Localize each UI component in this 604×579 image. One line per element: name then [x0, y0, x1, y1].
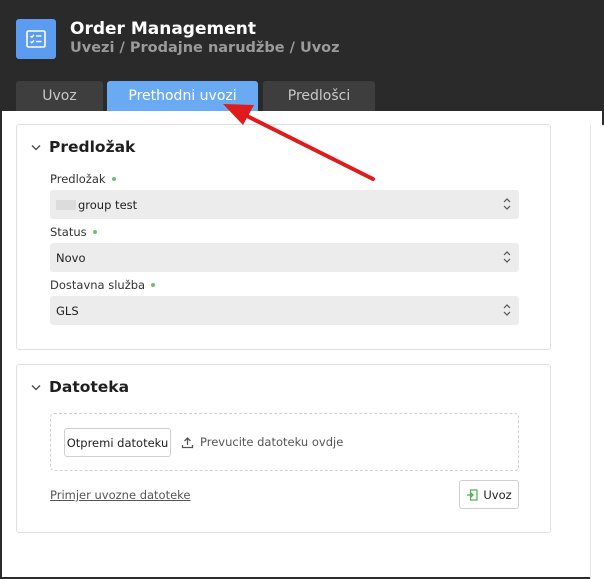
- tab-uvoz[interactable]: Uvoz: [16, 81, 103, 111]
- template-section-header[interactable]: Predložak: [31, 138, 135, 156]
- template-field-label: Predložak: [50, 172, 116, 186]
- checklist-icon: [16, 19, 56, 59]
- required-dot: [111, 177, 116, 181]
- select-value: Novo: [56, 250, 86, 265]
- section-title: Predložak: [49, 138, 136, 156]
- updown-chevron-icon: [503, 250, 511, 267]
- template-select[interactable]: group test: [50, 190, 519, 219]
- section-title: Datoteka: [49, 378, 130, 396]
- tab-prethodni-uvozi[interactable]: Prethodni uvozi: [107, 81, 258, 111]
- file-dropzone[interactable]: Otpremi datoteku Prevucite datoteku ovdj…: [50, 413, 519, 471]
- status-field-label: Status: [50, 225, 97, 239]
- file-section: Datoteka Otpremi datoteku Prevucite dato…: [16, 364, 551, 533]
- upload-icon: [181, 436, 194, 449]
- drop-hint: Prevucite datoteku ovdje: [181, 435, 343, 449]
- delivery-field-label: Dostavna služba: [50, 278, 156, 292]
- upload-file-button[interactable]: Otpremi datoteku: [64, 428, 171, 457]
- breadcrumb: Uvezi / Prodajne narudžbe / Uvoz: [70, 40, 340, 56]
- chevron-down-icon: [31, 144, 47, 151]
- app-title: Order Management: [70, 19, 256, 39]
- tab-predlosci[interactable]: Predlošci: [263, 81, 375, 111]
- select-value: GLS: [56, 303, 79, 318]
- select-value: group test: [78, 197, 138, 212]
- required-dot: [151, 283, 156, 287]
- template-section: Predložak Predložak group test Status No…: [16, 124, 551, 350]
- drop-hint-text: Prevucite datoteku ovdje: [200, 435, 344, 449]
- field-label-text: Dostavna služba: [50, 278, 146, 292]
- status-select[interactable]: Novo: [50, 243, 519, 272]
- import-button-label: Uvoz: [483, 487, 512, 502]
- field-label-text: Predložak: [50, 172, 106, 186]
- required-dot: [92, 230, 97, 234]
- field-label-text: Status: [50, 225, 87, 239]
- import-icon: [466, 488, 478, 501]
- import-button[interactable]: Uvoz: [459, 480, 519, 509]
- updown-chevron-icon: [503, 303, 511, 320]
- example-file-link[interactable]: Primjer uvozne datoteke: [50, 488, 191, 502]
- delivery-select[interactable]: GLS: [50, 296, 519, 325]
- file-section-header[interactable]: Datoteka: [31, 378, 129, 396]
- updown-chevron-icon: [503, 197, 511, 214]
- chevron-down-icon: [31, 384, 47, 391]
- redacted-mask: [56, 199, 76, 210]
- side-panel: [590, 125, 604, 579]
